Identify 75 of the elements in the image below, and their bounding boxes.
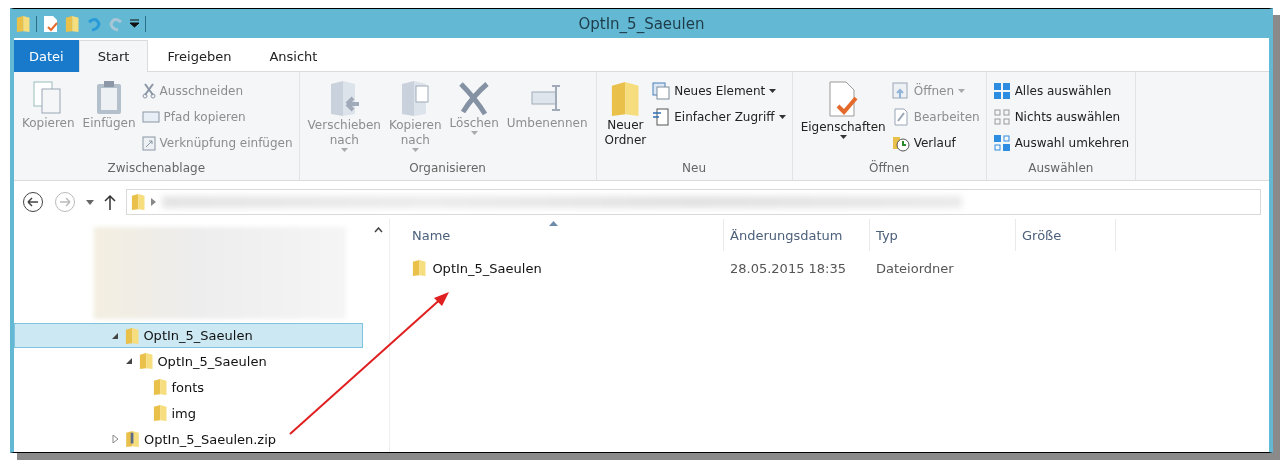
ribbon-button[interactable]: Neues Element [652,80,786,102]
ribbon-button[interactable]: Verlauf [891,132,980,154]
ribbon-button[interactable]: Nichts auswählen [992,106,1130,128]
folder-icon [153,404,168,423]
tree-item-label: fonts [171,379,205,395]
ribbon-button[interactable]: Einfacher Zugriff [652,106,786,128]
properties-check-icon[interactable] [43,14,60,33]
caret-icon [470,131,478,135]
group-label: Zwischenablage [106,160,207,177]
expanded-triangle-icon[interactable] [125,357,133,366]
tree-item[interactable]: OptIn_5_Saeulen.zip [14,426,363,452]
folder-icon [125,326,140,345]
tree-item-label: img [171,405,196,421]
caret-icon [839,135,847,139]
collapsed-triangle-icon[interactable] [111,435,119,444]
edit-icon [891,108,910,126]
tree-item[interactable]: OptIn_5_Saeulen [14,322,363,349]
group-label: Auswählen [1027,160,1095,177]
ribbon-button[interactable]: Auswahl umkehren [992,132,1130,154]
ribbon-button[interactable]: Eigenschaften [798,76,888,158]
tree-item-label: OptIn_5_Saeulen [157,353,267,369]
back-icon[interactable] [22,191,44,213]
ribbon-tab[interactable]: Start [78,40,149,72]
tree-item-label: OptIn_5_Saeulen [143,328,253,343]
ribbon-button[interactable]: Neuer Ordner [602,76,649,158]
folder-icon [412,259,427,277]
folder-icon [65,14,80,33]
tree-item[interactable]: OptIn_5_Saeulen [14,348,363,375]
history-icon [891,134,910,152]
document-icon [652,108,671,126]
folder-icon [139,352,154,371]
new-item-icon [652,82,671,100]
window-title: OptIn_5_Saeulen [577,14,706,33]
path-icon [141,110,160,124]
caret-icon [769,89,777,93]
tree-item[interactable]: img [14,400,363,427]
up-arrow-icon[interactable] [104,194,116,210]
caret-icon [778,115,786,119]
column-header[interactable]: Typ [870,219,1016,251]
folder-icon [610,80,641,118]
column-header[interactable]: Änderungsdatum [724,219,870,251]
caret-icon [958,89,965,93]
open-icon [891,82,910,100]
zip-folder-icon [125,430,140,449]
caret-icon [411,148,419,152]
address-field[interactable] [126,189,1261,215]
customize-caret-icon[interactable] [129,19,139,28]
folder-icon [131,193,146,211]
ribbon-button[interactable]: Alles auswählen [992,80,1130,102]
sort-ascending-icon [548,221,558,226]
folder-icon [153,378,168,397]
empty-grid-icon [992,108,1011,126]
ribbon-tab[interactable]: Freigeben [148,40,251,72]
scissors-icon [141,83,156,99]
type-cell-text: Dateiordner [875,260,955,276]
ribbon-tab[interactable]: Datei [14,40,79,72]
inverted-grid-icon [992,134,1011,152]
ribbon-tab[interactable]: Ansicht [250,40,337,72]
folder-icon [16,14,31,33]
group-label: Organisieren [408,160,487,177]
tree-item-label: OptIn_5_Saeulen.zip [144,431,277,447]
column-header[interactable]: Größe [1016,219,1116,251]
group-label: Neu [681,160,708,177]
chevron-icon [151,198,157,206]
shortcut-icon [141,135,156,151]
tree-item[interactable]: fonts [14,374,363,401]
dropdown-caret-icon[interactable] [86,199,94,205]
file-name[interactable]: OptIn_5_Saeulen [406,259,724,277]
date-cell-text: 28.05.2015 18:35 [729,260,848,276]
group-label: Öffnen [867,159,911,177]
expanded-triangle-icon[interactable] [111,331,119,340]
column-header[interactable]: Name [406,219,724,251]
caret-icon [340,148,348,152]
grid-icon [992,82,1011,100]
scroll-up-icon[interactable] [373,227,383,233]
